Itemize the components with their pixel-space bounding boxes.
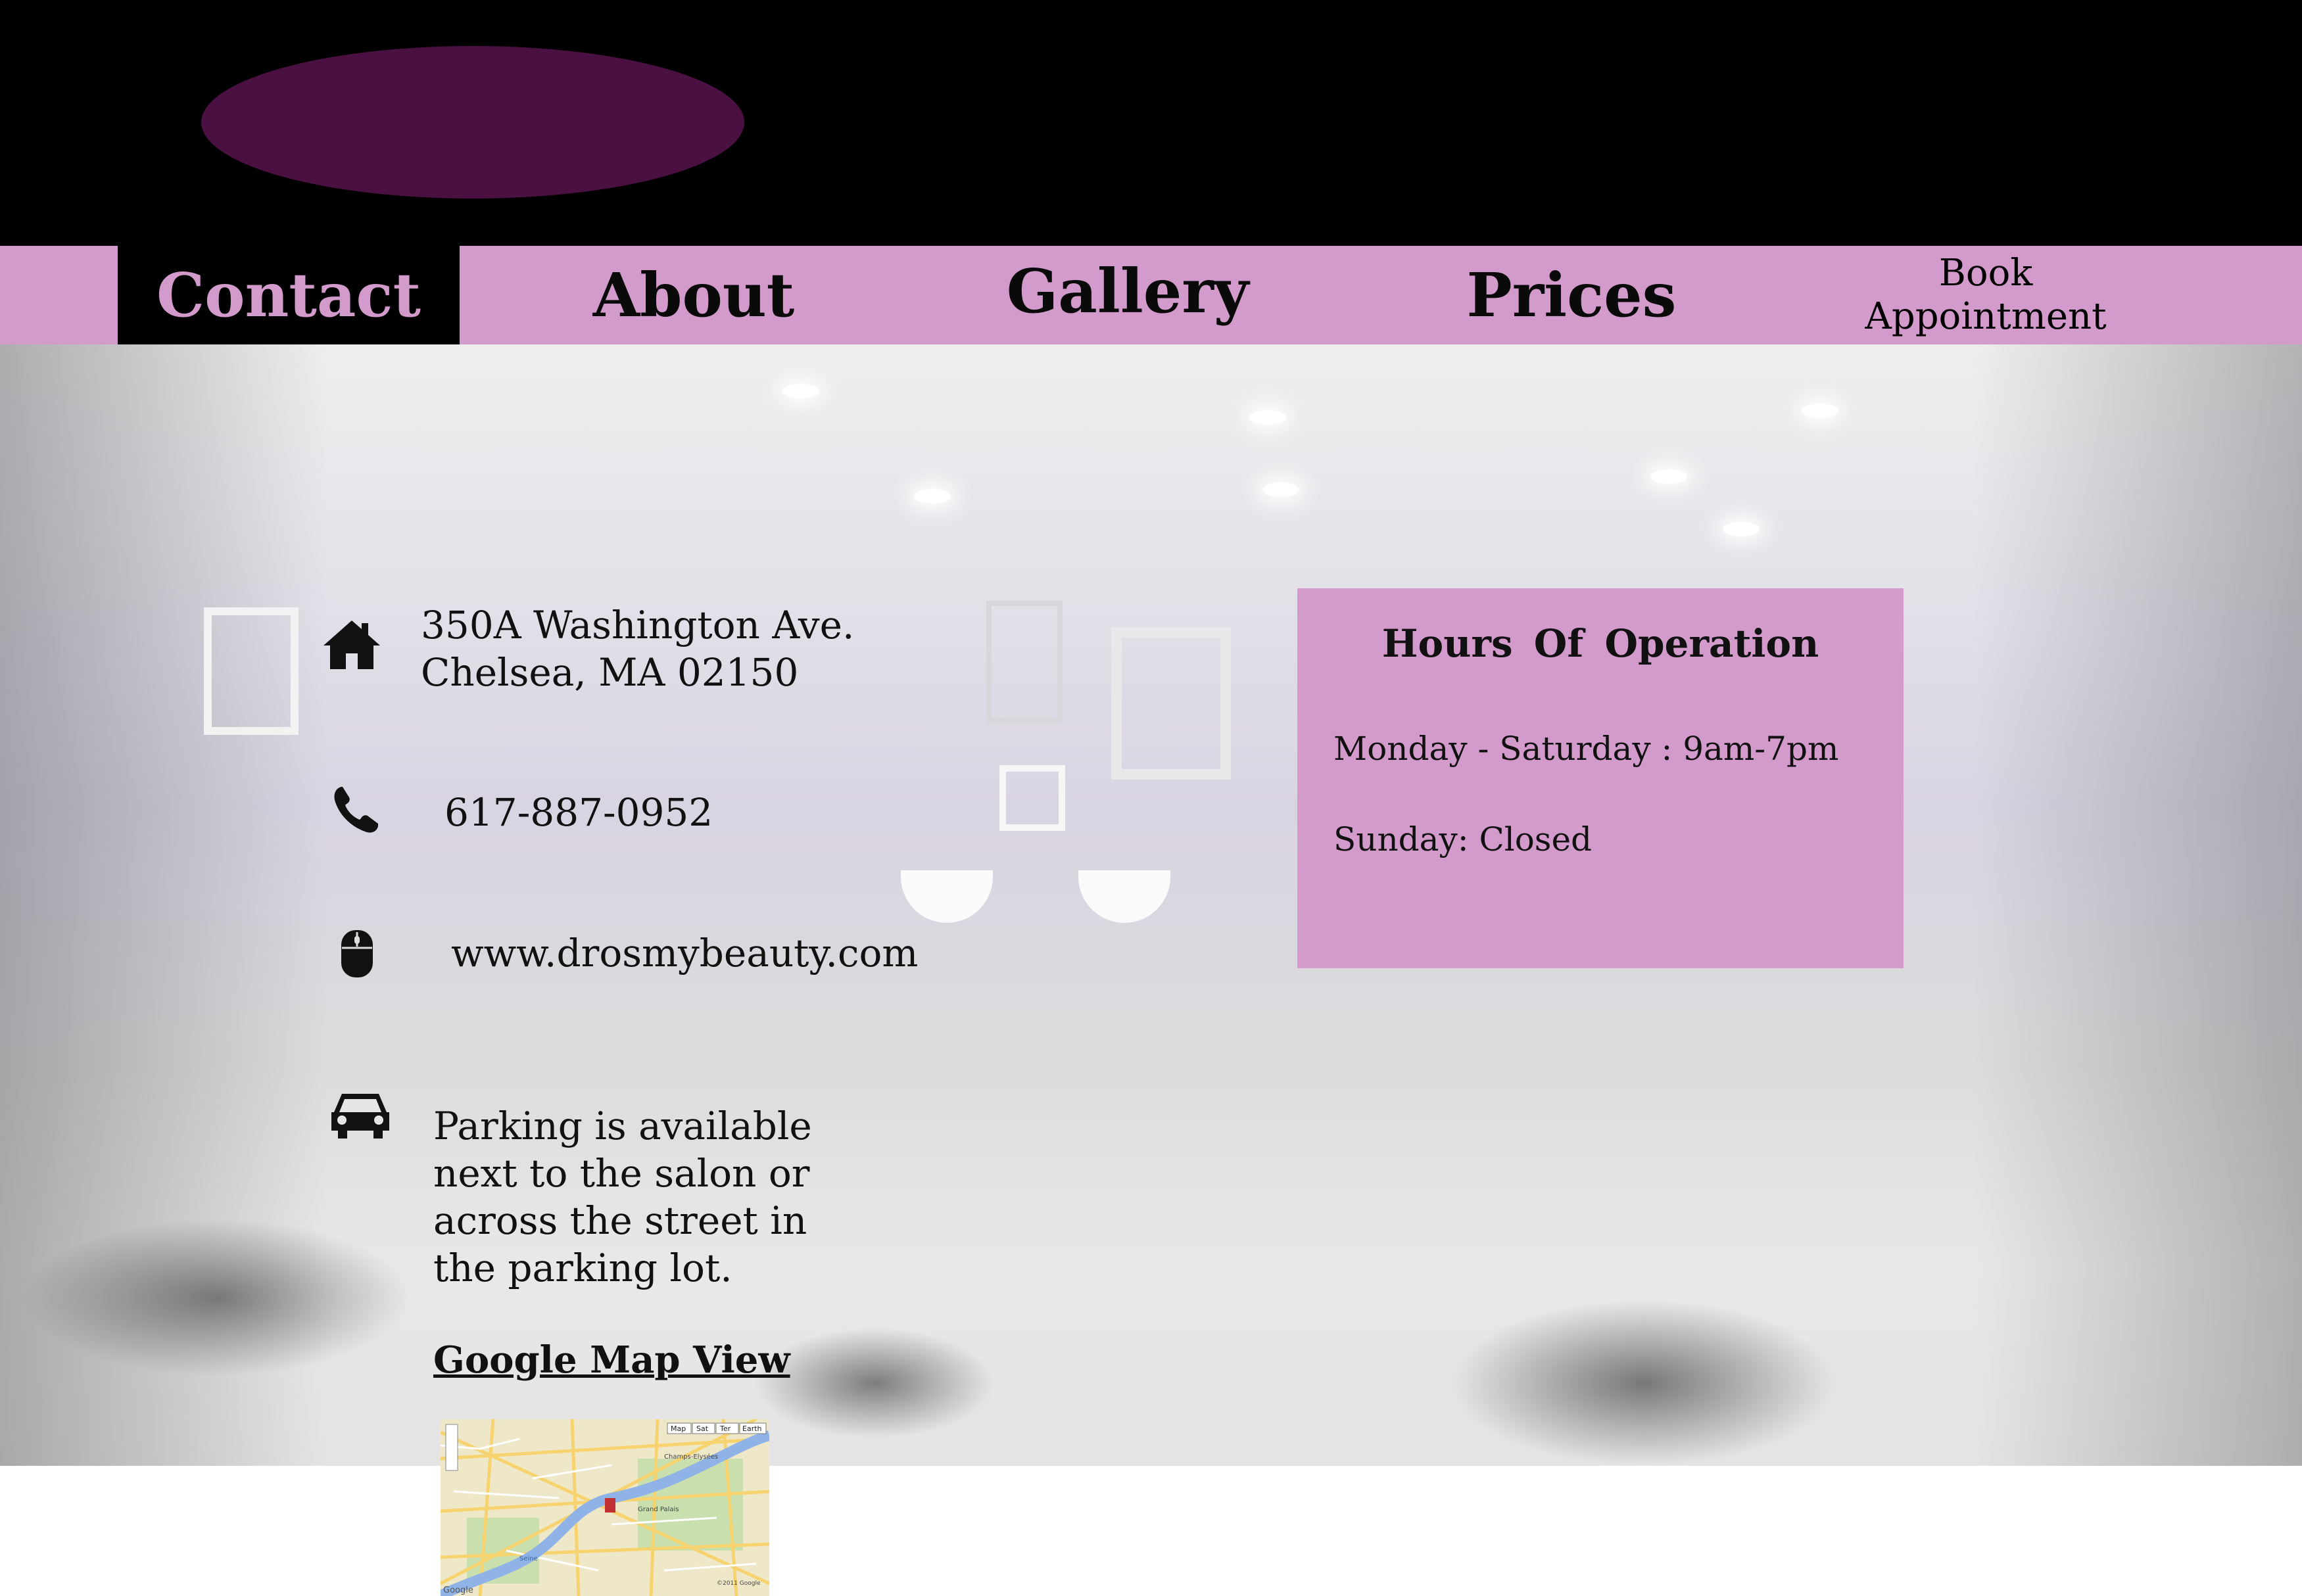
map-image: Map Sat Ter Earth Champs-Elysées Grand P… [441,1419,769,1596]
mouse-icon [341,930,373,977]
map-copyright: ©2011 Google [717,1580,761,1587]
nav-contact[interactable]: Contact [118,246,460,344]
home-icon [324,621,380,669]
site-header [0,0,2302,246]
salon-background-image [0,344,2302,1466]
hours-panel: Hours Of Operation Monday - Saturday : 9… [1297,588,1904,968]
ceiling-light [1249,410,1286,425]
website-link[interactable]: www.drosmybeauty.com [451,929,918,977]
map-place-label: Grand Palais [638,1506,679,1513]
nav-prices-label: Prices [1466,260,1677,331]
nav-gallery[interactable]: Gallery [986,242,1269,340]
phone-number[interactable]: 617-887-0952 [444,789,713,836]
nav-prices[interactable]: Prices [1433,246,1710,344]
map-type-buttons: Map Sat Ter Earth [667,1422,767,1434]
map-button-sat: Sat [696,1424,709,1433]
google-map-link[interactable]: Google Map View [433,1338,790,1382]
ceiling-light [782,384,819,398]
car-icon [331,1094,389,1138]
hours-weekdays: Monday - Saturday : 9am-7pm [1333,730,1839,768]
wall-mirror [1111,627,1231,780]
nav-gallery-label: Gallery [1006,256,1249,327]
phone-icon [334,787,378,833]
shampoo-bowl [901,870,993,923]
map-button-map: Map [671,1424,686,1433]
ceiling-light [1650,469,1687,484]
map-button-ter: Ter [719,1424,731,1433]
nav-book-appointment[interactable]: Book Appointment [1841,246,2130,344]
nav-about[interactable]: About [546,246,842,344]
wall-mirror [999,765,1065,831]
shampoo-bowl [1078,870,1170,923]
nav-book-label-2: Appointment [1865,295,2107,338]
ceiling-light [1723,522,1760,536]
main-nav: Contact About Gallery Prices Book Appoin… [0,246,2302,344]
address-text: 350A Washington Ave. Chelsea, MA 02150 [421,603,855,695]
hours-sunday: Sunday: Closed [1333,820,1593,858]
nav-about-label: About [592,260,795,331]
map-place-label: Champs-Elysées [664,1453,718,1461]
nav-contact-label: Contact [156,260,421,331]
map-button-earth: Earth [742,1424,762,1433]
logo[interactable] [201,46,744,199]
map-brand-label: Google [443,1585,473,1595]
ceiling-light [1262,482,1299,497]
map-place-label: Seine [519,1555,538,1562]
parking-info: Parking is available next to the salon o… [433,1104,812,1290]
hours-title: Hours Of Operation [1381,621,1819,666]
map-thumbnail[interactable]: Map Sat Ter Earth Champs-Elysées Grand P… [441,1419,769,1596]
ceiling-light [1802,404,1838,418]
nav-book-label-1: Book [1938,252,2033,294]
ceiling-light [914,489,951,504]
wall-mirror [204,607,299,735]
wall-mirror [986,601,1063,723]
